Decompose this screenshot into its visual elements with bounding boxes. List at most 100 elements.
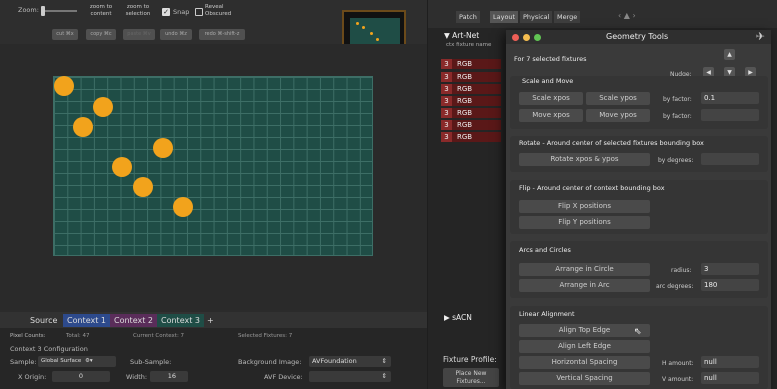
radius-field[interactable]: 3 xyxy=(701,263,759,275)
scale-factor-label: by factor: xyxy=(663,96,692,103)
pin-icon[interactable]: ✈ xyxy=(756,30,765,43)
fixture-name: RGB xyxy=(457,85,473,93)
close-window-button[interactable] xyxy=(512,34,519,41)
degrees-field[interactable] xyxy=(701,153,759,165)
fixture-dot[interactable] xyxy=(73,117,93,137)
nudge-up-button[interactable]: ▲ xyxy=(724,49,735,60)
fixture-row[interactable]: 3 RGB xyxy=(441,132,501,142)
flip-x-button[interactable]: Flip X positions xyxy=(519,200,650,213)
horizontal-spacing-button[interactable]: Horizontal Spacing xyxy=(519,356,650,369)
dialog-title: Geometry Tools xyxy=(606,32,669,41)
zoom-window-button[interactable] xyxy=(534,34,541,41)
tab-context-2[interactable]: Context 2 xyxy=(110,314,157,327)
cursor-pointer-icon: ⇖ xyxy=(634,327,642,337)
dialog-subtitle: For 7 selected fixtures xyxy=(514,55,587,63)
fixture-dot[interactable] xyxy=(93,97,113,117)
pixel-grid[interactable] xyxy=(53,76,373,256)
width-label: Width: xyxy=(126,373,148,381)
fixture-ctx: 3 xyxy=(441,96,452,106)
h-amount-label: H amount: xyxy=(662,360,694,367)
v-amount-label: V amount: xyxy=(662,376,694,383)
radius-label: radius: xyxy=(671,267,692,274)
copy-button[interactable]: copy ⌘c xyxy=(86,29,116,40)
fixture-row[interactable]: 3 RGB xyxy=(441,84,501,94)
fixture-name: RGB xyxy=(457,97,473,105)
zoom-slider[interactable] xyxy=(41,6,77,16)
flip-title: Flip - Around center of context bounding… xyxy=(519,184,665,192)
reveal-obscured-label: Reveal Obscured xyxy=(205,4,232,17)
x-origin-field[interactable]: 0 xyxy=(52,371,110,382)
fixture-dot[interactable] xyxy=(153,138,173,158)
sacn-section[interactable]: ▶ sACN xyxy=(444,313,472,322)
pixel-counts-label: Pixel Counts: xyxy=(10,333,46,339)
fixture-row[interactable]: 3 RGB xyxy=(441,72,501,82)
fixture-dot[interactable] xyxy=(173,197,193,217)
fixture-name: RGB xyxy=(457,60,473,68)
zoom-to-selection-button[interactable]: zoom to selection xyxy=(120,4,156,18)
redo-button[interactable]: redo ⌘-shift-z xyxy=(199,29,245,40)
fixture-dot[interactable] xyxy=(133,177,153,197)
avf-device-select[interactable]: ⇕ xyxy=(309,371,391,382)
vertical-spacing-button[interactable]: Vertical Spacing xyxy=(519,372,650,385)
linear-title: Linear Alignment xyxy=(519,310,575,318)
fixture-profile-label: Fixture Profile: xyxy=(443,355,497,364)
snap-checkbox[interactable]: ✓ xyxy=(162,8,170,16)
move-ypos-button[interactable]: Move ypos xyxy=(586,109,650,122)
move-xpos-button[interactable]: Move xpos xyxy=(519,109,583,122)
h-amount-field[interactable]: null xyxy=(701,356,759,368)
align-top-edge-button[interactable]: Align Top Edge xyxy=(519,324,650,337)
fixture-ctx: 3 xyxy=(441,59,452,69)
arrange-circle-button[interactable]: Arrange in Circle xyxy=(519,263,650,276)
fixture-name: RGB xyxy=(457,109,473,117)
context-config-panel: Pixel Counts: Total: 47 Current Context:… xyxy=(0,328,427,389)
scale-ypos-button[interactable]: Scale ypos xyxy=(586,92,650,105)
rotate-title: Rotate - Around center of selected fixtu… xyxy=(519,139,704,147)
fixture-row[interactable]: 3 RGB xyxy=(441,120,501,130)
fixture-dot[interactable] xyxy=(112,157,132,177)
v-amount-field[interactable]: null xyxy=(701,372,759,384)
chevron-updown-icon: ⇕ xyxy=(381,372,387,380)
place-new-fixtures-button[interactable]: Place New Fixtures... xyxy=(443,368,499,387)
minimize-window-button[interactable] xyxy=(523,34,530,41)
nav-arrows-icon[interactable]: ‹ ▲ › xyxy=(618,11,636,20)
move-factor-label: by factor: xyxy=(663,113,692,120)
patch-tab-bar: Patch Layout Physical Merge ‹ ▲ › xyxy=(428,0,777,28)
tab-context-3[interactable]: Context 3 xyxy=(157,314,204,327)
dialog-titlebar[interactable]: Geometry Tools ✈ xyxy=(506,30,771,44)
cut-button[interactable]: cut ⌘x xyxy=(52,29,78,40)
undo-button[interactable]: undo ⌘z xyxy=(160,29,192,40)
tab-source[interactable]: Source xyxy=(26,314,61,327)
config-title: Context 3 Configuration xyxy=(10,345,88,353)
arrange-arc-button[interactable]: Arrange in Arc xyxy=(519,279,650,292)
fixture-row[interactable]: 3 RGB xyxy=(441,59,501,69)
paste-button[interactable]: paste ⌘v xyxy=(123,29,155,40)
fixture-row[interactable]: 3 RGB xyxy=(441,96,501,106)
tab-context-1[interactable]: Context 1 xyxy=(63,314,110,327)
zoom-slider-thumb[interactable] xyxy=(41,6,45,16)
background-image-select[interactable]: AVFoundation ⇕ xyxy=(309,356,391,367)
artnet-section[interactable]: ▼ Art-Net xyxy=(444,31,479,40)
move-factor-field[interactable] xyxy=(701,109,759,121)
rotate-button[interactable]: Rotate xpos & ypos xyxy=(519,153,650,166)
arc-degrees-field[interactable]: 180 xyxy=(701,279,759,291)
add-context-button[interactable]: + xyxy=(203,314,218,327)
background-image-value: AVFoundation xyxy=(312,357,357,365)
sample-select[interactable]: Global Surface ⚙▾ xyxy=(38,356,116,367)
zoom-to-content-button[interactable]: zoom to content xyxy=(86,4,116,18)
scale-factor-field[interactable]: 0.1 xyxy=(701,92,759,104)
width-field[interactable]: 16 xyxy=(150,371,188,382)
context-tab-bar: Source Context 1 Context 2 Context 3 + xyxy=(0,312,427,328)
minimap-fixture xyxy=(376,38,379,41)
flip-y-button[interactable]: Flip Y positions xyxy=(519,216,650,229)
arc-degrees-label: arc degrees: xyxy=(656,283,694,290)
tab-layout[interactable]: Layout xyxy=(490,11,519,23)
fixture-row[interactable]: 3 RGB xyxy=(441,108,501,118)
fixture-dot[interactable] xyxy=(54,76,74,96)
chevron-updown-icon: ⇕ xyxy=(381,357,387,365)
tab-physical[interactable]: Physical xyxy=(520,11,553,23)
reveal-obscured-checkbox[interactable] xyxy=(195,8,203,16)
scale-xpos-button[interactable]: Scale xpos xyxy=(519,92,583,105)
tab-patch[interactable]: Patch xyxy=(456,11,480,23)
tab-merge[interactable]: Merge xyxy=(554,11,581,23)
align-left-edge-button[interactable]: Align Left Edge xyxy=(519,340,650,353)
